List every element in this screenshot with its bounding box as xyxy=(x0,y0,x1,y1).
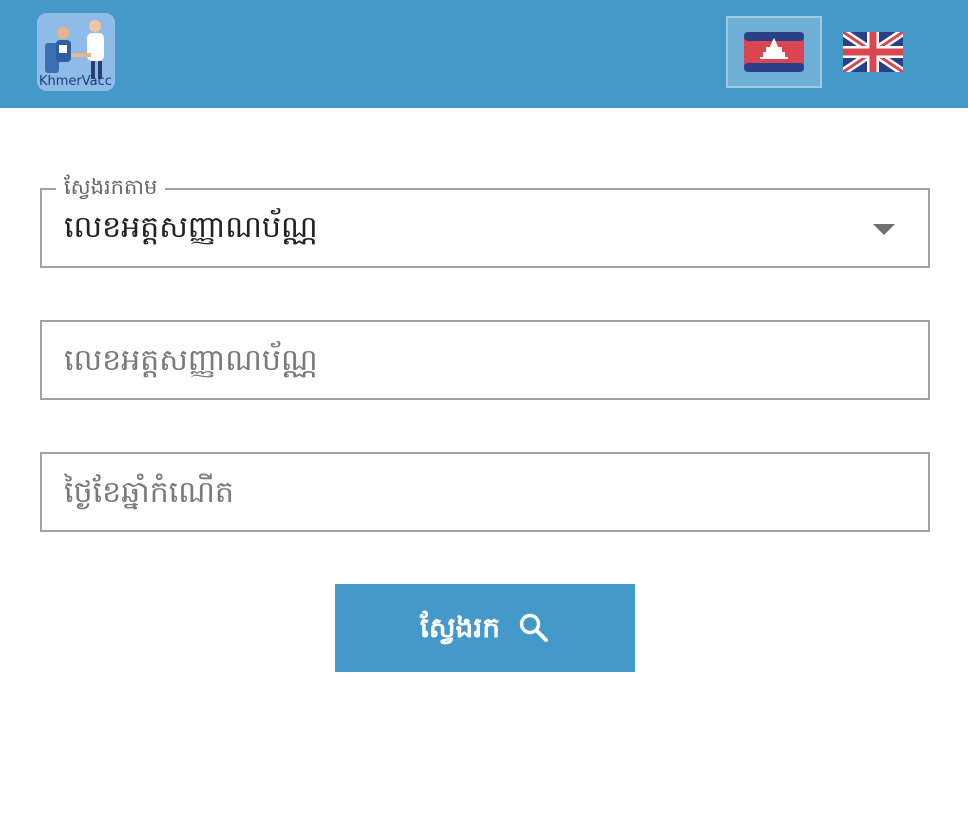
id-number-field[interactable] xyxy=(42,322,928,398)
search-by-selected-value: លេខអត្តសញ្ញាណប័ណ្ណ xyxy=(64,210,318,245)
caret-down-icon[interactable] xyxy=(873,224,895,235)
uk-flag-icon xyxy=(843,32,903,72)
search-by-label: ស្វែងរកតាម xyxy=(56,174,166,200)
app-header: KhmerVacc xyxy=(0,0,968,108)
language-button-english[interactable] xyxy=(826,16,922,88)
date-of-birth-field[interactable] xyxy=(42,454,928,530)
search-icon xyxy=(518,612,550,644)
app-logo: KhmerVacc xyxy=(37,13,115,91)
cambodia-flag-icon xyxy=(744,32,804,72)
id-number-field-container xyxy=(40,320,930,400)
search-button-label: ស្វែងរក xyxy=(420,611,500,644)
search-button[interactable]: ស្វែងរក xyxy=(335,584,635,672)
search-by-select[interactable]: ស្វែងរកតាម លេខអត្តសញ្ញាណប័ណ្ណ xyxy=(40,174,930,268)
date-of-birth-field-container xyxy=(40,452,930,532)
language-button-khmer[interactable] xyxy=(726,16,822,88)
svg-text:KhmerVacc: KhmerVacc xyxy=(39,74,112,89)
